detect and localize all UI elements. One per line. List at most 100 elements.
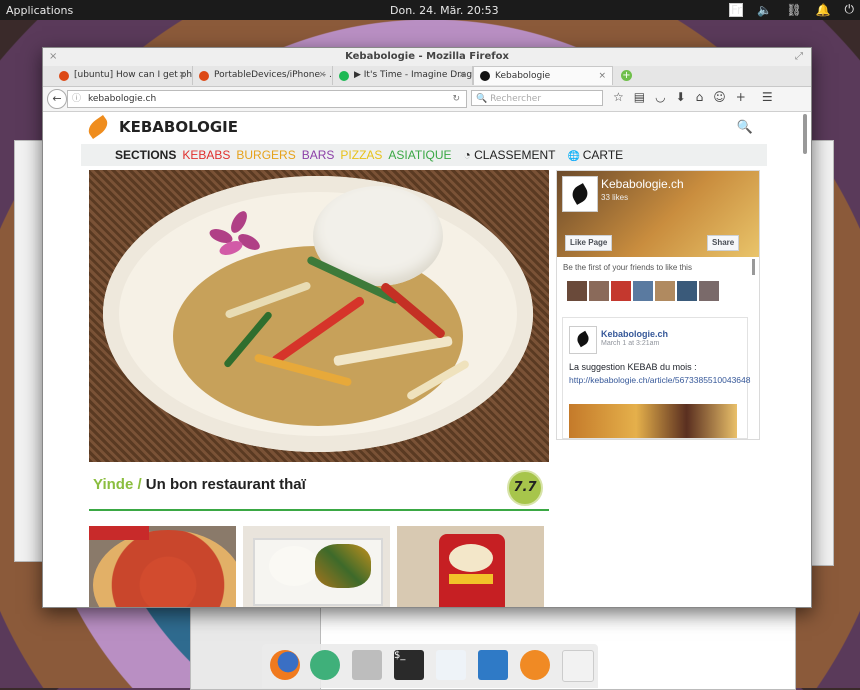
firefox-window: × Kebabologie - Mozilla Firefox ⤢ [ubunt… xyxy=(42,47,812,608)
facebook-likes-count: 33 likes xyxy=(601,193,629,202)
tab-close-icon[interactable]: × xyxy=(598,67,606,85)
site-name: KEBABOLOGIE xyxy=(119,118,239,136)
blender-icon[interactable] xyxy=(520,650,550,680)
avatar[interactable] xyxy=(699,281,719,301)
facebook-page-avatar[interactable] xyxy=(562,176,598,212)
menu-item-kebabs[interactable]: KEBABS xyxy=(182,148,230,162)
volume-icon[interactable]: 🔈 xyxy=(757,3,772,17)
hamburger-menu-icon[interactable]: ☰ xyxy=(762,90,773,104)
avatar[interactable] xyxy=(567,281,587,301)
thumbnail-pizza[interactable] xyxy=(89,526,236,607)
text-editor-icon[interactable] xyxy=(562,650,594,682)
tab-label: Kebabologie xyxy=(495,70,551,81)
like-page-label: Like Page xyxy=(570,238,608,247)
article-hero-image[interactable] xyxy=(89,170,549,462)
tab-favicon-icon xyxy=(480,71,490,81)
menu-item-classement[interactable]: ◔ CLASSEMENT xyxy=(458,148,556,162)
article-location: Yinde / xyxy=(93,476,142,493)
search-input[interactable]: 🔍 Rechercher xyxy=(471,90,603,106)
chili-logo-icon xyxy=(84,114,112,140)
firefox-icon[interactable] xyxy=(270,650,300,680)
tab-label: [ubuntu] How can I get ph... xyxy=(74,70,193,80)
facebook-page-name[interactable]: Kebabologie.ch xyxy=(601,177,684,191)
tab-2[interactable]: PortableDevices/iPhone - ... × xyxy=(193,66,333,85)
tab-close-icon[interactable]: × xyxy=(318,66,326,85)
article-title[interactable]: Yinde / Un bon restaurant thaï xyxy=(93,476,306,493)
post-image[interactable] xyxy=(569,404,737,438)
globe-icon: 🌐 xyxy=(567,151,583,162)
post-avatar[interactable] xyxy=(569,326,597,354)
settings-switch-icon[interactable] xyxy=(436,650,466,680)
notifications-icon[interactable]: 🔔 xyxy=(816,3,831,17)
close-icon[interactable]: × xyxy=(49,48,57,66)
avatar[interactable] xyxy=(589,281,609,301)
menu-label: KEBABS xyxy=(182,148,231,162)
menu-item-pizzas[interactable]: PIZZAS xyxy=(340,148,382,162)
workspaces-icon[interactable] xyxy=(478,650,508,680)
facebook-scrollbar[interactable] xyxy=(752,259,755,275)
site-logo[interactable]: KEBABOLOGIE xyxy=(84,114,239,140)
menu-label: CLASSEMENT xyxy=(474,148,556,162)
background-window[interactable] xyxy=(810,140,834,566)
bookmark-star-icon[interactable]: ☆ xyxy=(613,90,624,104)
avatar[interactable] xyxy=(677,281,697,301)
keyboard-layout-indicator[interactable]: Fr xyxy=(729,2,744,17)
menu-item-bars[interactable]: BARS xyxy=(302,148,335,162)
thumbnail-pringles[interactable] xyxy=(397,526,544,607)
menu-item-asiatique[interactable]: ASIATIQUE xyxy=(388,148,451,162)
page-scrollbar[interactable] xyxy=(803,114,807,154)
maximize-icon[interactable]: ⤢ xyxy=(795,48,803,66)
atom-icon[interactable] xyxy=(310,650,340,680)
clock[interactable]: Don. 24. Mär. 20:53 xyxy=(390,4,499,17)
new-tab-button[interactable]: + xyxy=(621,70,632,81)
home-icon[interactable]: ⌂ xyxy=(696,90,704,104)
tab-3[interactable]: ▶ It's Time - Imagine Drag... × xyxy=(333,66,473,85)
avatar[interactable] xyxy=(633,281,653,301)
avatar[interactable] xyxy=(611,281,631,301)
search-icon[interactable]: 🔍 xyxy=(737,120,753,135)
tab-1[interactable]: [ubuntu] How can I get ph... × xyxy=(53,66,193,85)
title-bar[interactable]: × Kebabologie - Mozilla Firefox ⤢ xyxy=(43,48,811,66)
post-date[interactable]: March 1 at 3:21am xyxy=(601,340,659,347)
tab-close-icon[interactable]: × xyxy=(458,66,466,85)
menu-item-sections[interactable]: SECTIONS xyxy=(115,148,176,162)
network-icon[interactable]: ⛓ xyxy=(786,3,801,17)
post-author[interactable]: Kebabologie.ch xyxy=(601,329,668,339)
pie-chart-icon: ◔ xyxy=(463,148,475,162)
tab-favicon-icon xyxy=(199,70,209,81)
top-panel: Applications Don. 24. Mär. 20:53 Fr 🔈 ⛓ … xyxy=(0,0,860,20)
tab-close-icon[interactable]: × xyxy=(178,66,186,85)
power-icon[interactable]: ⏻ xyxy=(845,2,855,17)
chat-icon[interactable]: ☺ xyxy=(713,90,726,104)
menu-item-carte[interactable]: 🌐 CARTE xyxy=(562,148,624,162)
related-articles xyxy=(89,526,549,607)
post-link[interactable]: http://kebabologie.ch/article/5673385510… xyxy=(569,374,750,386)
terminal-icon[interactable]: $_ xyxy=(394,650,424,680)
menu-label: CARTE xyxy=(582,148,624,162)
search-placeholder: Rechercher xyxy=(490,94,542,104)
friends-text: Be the first of your friends to like thi… xyxy=(563,263,692,272)
url-bar[interactable]: ⓘ kebabologie.ch ↻ xyxy=(67,90,467,108)
url-text: kebabologie.ch xyxy=(88,94,157,104)
reload-icon[interactable]: ↻ xyxy=(452,91,460,107)
avatar[interactable] xyxy=(655,281,675,301)
tab-label: ▶ It's Time - Imagine Drag... xyxy=(354,70,473,80)
thumbnail-rice-box[interactable] xyxy=(243,526,390,607)
tab-4[interactable]: Kebabologie × xyxy=(473,66,613,85)
like-page-button[interactable]: Like Page xyxy=(565,235,613,251)
applications-menu[interactable]: Applications xyxy=(6,4,73,17)
back-button[interactable]: ← xyxy=(47,89,67,109)
menu-item-burgers[interactable]: BURGERS xyxy=(236,148,295,162)
pocket-icon[interactable]: ◡ xyxy=(655,90,665,104)
toolbar-icons: ☆ ▤ ◡ ⬇ ⌂ ☺ + ☰ xyxy=(613,90,773,104)
info-icon[interactable]: ⓘ xyxy=(72,91,82,107)
share-button[interactable]: Share xyxy=(707,235,740,251)
add-icon[interactable]: + xyxy=(736,90,746,104)
tab-favicon-icon xyxy=(59,70,69,81)
download-icon[interactable]: ⬇ xyxy=(676,90,686,104)
tab-favicon-icon xyxy=(339,70,349,81)
plate xyxy=(103,176,533,452)
menu-label: BARS xyxy=(301,148,335,162)
reading-list-icon[interactable]: ▤ xyxy=(634,90,645,104)
files-icon[interactable] xyxy=(352,650,382,680)
